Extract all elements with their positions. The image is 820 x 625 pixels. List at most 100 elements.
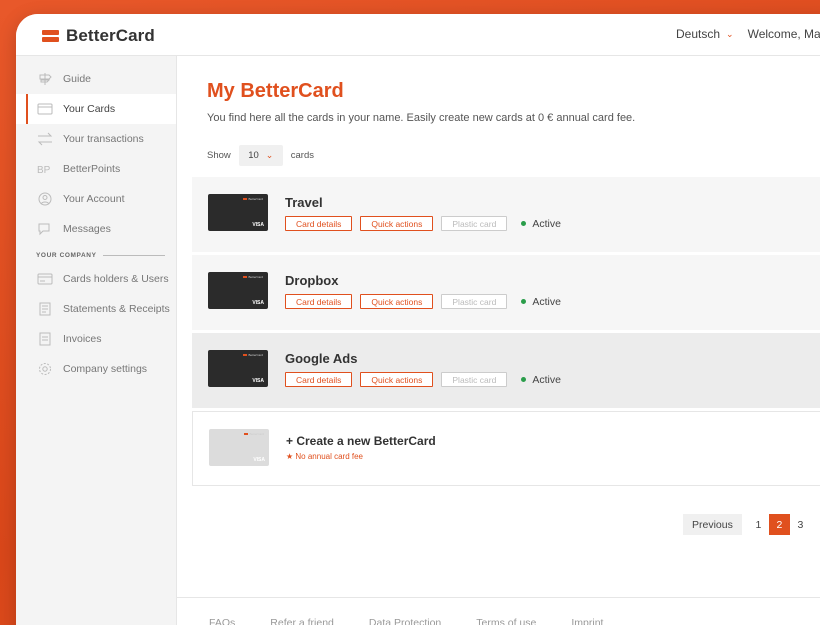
- main-content: My BetterCard You find here all the card…: [177, 56, 820, 625]
- card-row[interactable]: BetterCard VISA Travel Card details Quic…: [192, 177, 820, 252]
- top-header: BetterCard Deutsch ⌄ Welcome, Ma: [16, 14, 820, 56]
- card-brand-text: BetterCard: [243, 353, 263, 357]
- card-row[interactable]: BetterCard VISA Google Ads Card details …: [192, 333, 820, 408]
- status-text: Active: [532, 373, 561, 386]
- quick-actions-button[interactable]: Quick actions: [360, 294, 434, 309]
- svg-text:BP: BP: [37, 165, 51, 176]
- previous-page-button[interactable]: Previous: [683, 514, 742, 535]
- sidebar-item-messages[interactable]: Messages: [16, 214, 176, 244]
- card-brand-text: BetterCard: [243, 197, 263, 201]
- card-placeholder-thumbnail: BetterCard VISA: [209, 429, 269, 466]
- chat-bubble-icon: [36, 222, 54, 236]
- plastic-card-button[interactable]: Plastic card: [441, 216, 508, 231]
- gear-icon: [36, 362, 54, 376]
- transfer-arrows-icon: [36, 132, 54, 146]
- status-badge: Active: [521, 374, 561, 386]
- visa-logo: VISA: [252, 222, 264, 228]
- footer-link-data-protection[interactable]: Data Protection: [369, 617, 441, 625]
- status-dot-icon: [521, 377, 527, 382]
- sidebar-item-statements[interactable]: Statements & Receipts: [16, 294, 176, 324]
- logo-mark-icon: [42, 30, 59, 42]
- card-details-button[interactable]: Card details: [285, 216, 353, 231]
- sidebar-item-label: Guide: [63, 73, 92, 85]
- create-card-link[interactable]: + Create a new BetterCard: [286, 434, 436, 448]
- sidebar-item-label: Your Account: [63, 193, 125, 205]
- card-name: Google Ads: [285, 351, 358, 366]
- app-window: BetterCard Deutsch ⌄ Welcome, Ma Guide Y…: [16, 14, 820, 625]
- logo[interactable]: BetterCard: [42, 26, 155, 46]
- sidebar-item-label: Statements & Receipts: [63, 303, 170, 315]
- status-dot-icon: [521, 299, 527, 304]
- sidebar-item-label: BetterPoints: [63, 163, 121, 175]
- receipt-icon: [36, 302, 54, 316]
- sidebar-item-transactions[interactable]: Your transactions: [16, 124, 176, 154]
- card-details-button[interactable]: Card details: [285, 372, 353, 387]
- visa-logo: VISA: [253, 457, 265, 463]
- card-thumbnail: BetterCard VISA: [208, 194, 268, 231]
- plastic-card-button[interactable]: Plastic card: [441, 294, 508, 309]
- footer-link-refer[interactable]: Refer a friend: [270, 617, 334, 625]
- page-title: My BetterCard: [207, 80, 344, 102]
- visa-logo: VISA: [252, 300, 264, 306]
- sidebar: Guide Your Cards Your transactions BP Be…: [16, 56, 177, 625]
- footer-link-faqs[interactable]: FAQs: [209, 617, 235, 625]
- page-size-control: Show 10 ⌄ cards: [207, 145, 314, 166]
- card-name: Travel: [285, 195, 323, 210]
- page-button-1[interactable]: 1: [748, 514, 769, 535]
- sidebar-item-label: Invoices: [63, 333, 102, 345]
- create-card-row[interactable]: BetterCard VISA + Create a new BetterCar…: [192, 411, 820, 486]
- logo-text: BetterCard: [66, 26, 155, 45]
- welcome-text[interactable]: Welcome, Ma: [748, 27, 820, 41]
- page-size-value: 10: [248, 150, 259, 161]
- status-badge: Active: [521, 218, 561, 230]
- status-dot-icon: [521, 221, 527, 226]
- betterpoints-icon: BP: [36, 162, 54, 176]
- page-button-3[interactable]: 3: [790, 514, 811, 535]
- sidebar-item-label: Cards holders & Users: [63, 273, 169, 285]
- footer: FAQs Refer a friend Data Protection Term…: [177, 597, 820, 625]
- sidebar-item-label: Your Cards: [63, 103, 116, 115]
- language-label: Deutsch: [676, 27, 721, 41]
- show-label: Show: [207, 150, 231, 161]
- status-text: Active: [532, 217, 561, 230]
- card-brand-text: BetterCard: [244, 432, 264, 436]
- status-text: Active: [532, 295, 561, 308]
- sidebar-item-account[interactable]: Your Account: [16, 184, 176, 214]
- sidebar-item-guide[interactable]: Guide: [16, 64, 176, 94]
- status-badge: Active: [521, 296, 561, 308]
- section-label-company: YOUR COMPANY: [16, 248, 176, 262]
- chevron-down-icon: ⌄: [726, 28, 734, 39]
- card-name: Dropbox: [285, 273, 339, 288]
- invoice-icon: [36, 332, 54, 346]
- pagination: Previous 1 2 3: [683, 514, 811, 535]
- sidebar-item-betterpoints[interactable]: BP BetterPoints: [16, 154, 176, 184]
- user-icon: [36, 192, 54, 206]
- star-icon: ★: [286, 452, 296, 461]
- footer-link-terms[interactable]: Terms of use: [476, 617, 536, 625]
- sidebar-item-company-settings[interactable]: Company settings: [16, 354, 176, 384]
- card-users-icon: [36, 272, 54, 286]
- card-row[interactable]: BetterCard VISA Dropbox Card details Qui…: [192, 255, 820, 330]
- page-size-select[interactable]: 10 ⌄: [238, 145, 283, 166]
- page-button-2[interactable]: 2: [768, 514, 790, 535]
- card-brand-text: BetterCard: [243, 275, 263, 279]
- sidebar-item-invoices[interactable]: Invoices: [16, 324, 176, 354]
- card-details-button[interactable]: Card details: [285, 294, 353, 309]
- card-icon: [36, 102, 54, 116]
- sidebar-item-your-cards[interactable]: Your Cards: [16, 94, 176, 124]
- footer-link-imprint[interactable]: Imprint: [571, 617, 603, 625]
- signpost-icon: [36, 72, 54, 86]
- create-card-note: ★ No annual card fee: [286, 452, 364, 461]
- chevron-down-icon: ⌄: [265, 150, 274, 160]
- card-thumbnail: BetterCard VISA: [208, 350, 268, 387]
- plastic-card-button[interactable]: Plastic card: [441, 372, 508, 387]
- sidebar-item-label: Messages: [63, 223, 111, 235]
- language-selector[interactable]: Deutsch ⌄: [676, 27, 734, 41]
- quick-actions-button[interactable]: Quick actions: [360, 216, 434, 231]
- sidebar-item-card-holders[interactable]: Cards holders & Users: [16, 264, 176, 294]
- section-divider: [102, 254, 165, 256]
- sidebar-item-label: Your transactions: [63, 133, 144, 145]
- cards-label: cards: [290, 150, 314, 161]
- quick-actions-button[interactable]: Quick actions: [360, 372, 434, 387]
- sidebar-item-label: Company settings: [63, 363, 148, 375]
